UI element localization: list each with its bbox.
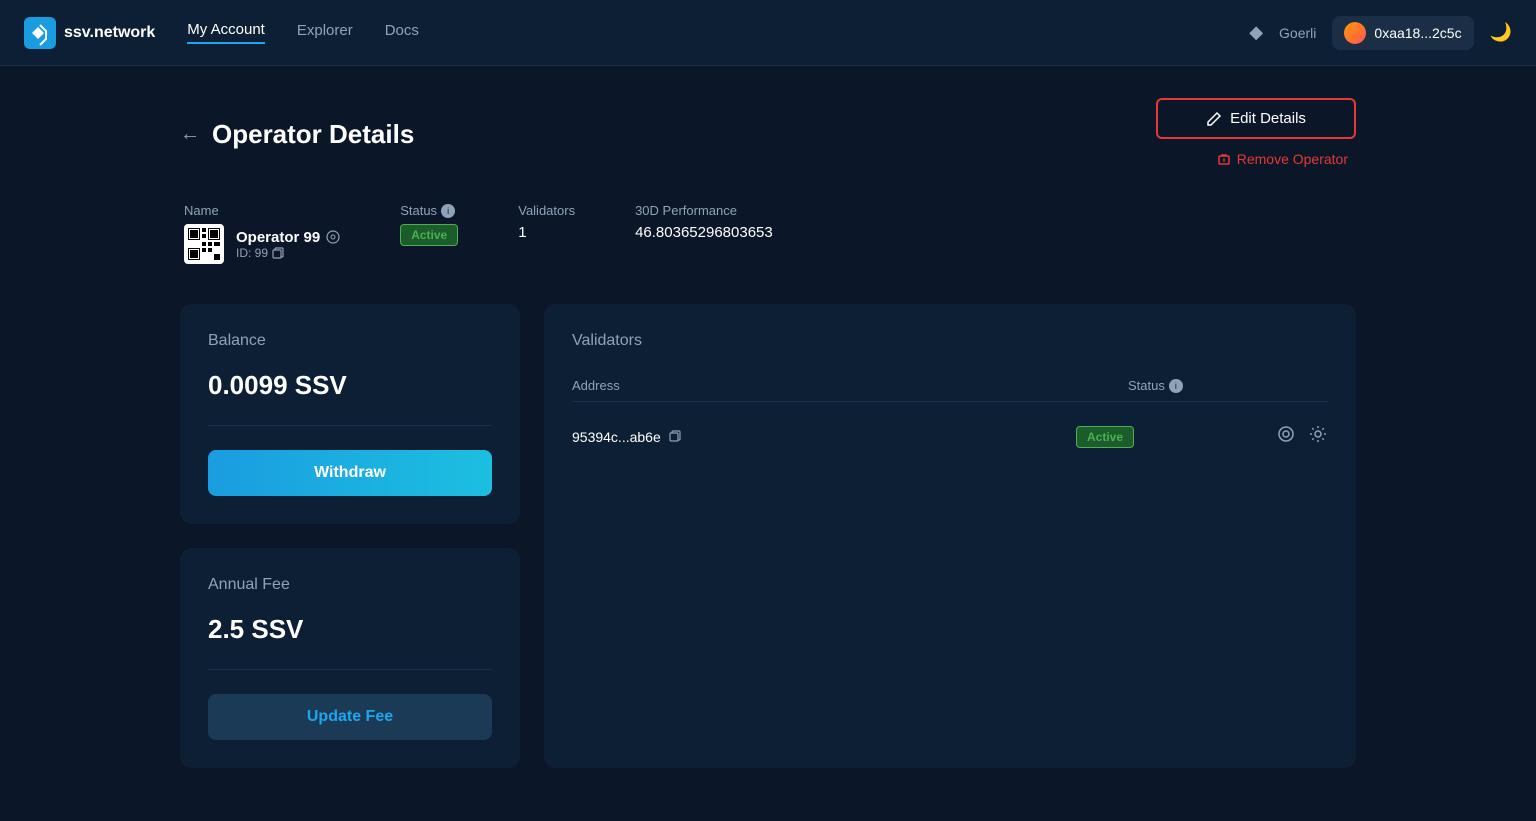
validators-table-header: Address Status i — [572, 370, 1328, 402]
view-validator-icon[interactable] — [1276, 424, 1296, 449]
wallet-avatar — [1344, 22, 1366, 44]
validators-label: Validators — [518, 203, 575, 218]
validators-card-title: Validators — [572, 332, 1328, 350]
main-content: ← Operator Details Edit Details Remove O… — [0, 66, 1536, 800]
operator-name-text: Operator 99 — [236, 229, 340, 246]
name-label: Name — [184, 203, 340, 218]
performance-value: 46.80365296803653 — [635, 224, 773, 241]
annual-fee-value: 2.5 SSV — [208, 614, 492, 645]
nav-links: My Account Explorer Docs — [187, 21, 1249, 44]
remove-operator-button[interactable]: Remove Operator — [1209, 147, 1356, 171]
wallet-address: 0xaa18...2c5c — [1374, 25, 1461, 41]
balance-value: 0.0099 SSV — [208, 370, 492, 401]
nav-docs[interactable]: Docs — [385, 22, 419, 43]
wallet-badge[interactable]: 0xaa18...2c5c — [1332, 16, 1473, 50]
page-title: Operator Details — [212, 119, 414, 150]
validators-card: Validators Address Status i 95394c...ab6… — [544, 304, 1356, 768]
nav-explorer[interactable]: Explorer — [297, 22, 353, 43]
navbar: ssv.network My Account Explorer Docs ◆ G… — [0, 0, 1536, 66]
update-fee-button[interactable]: Update Fee — [208, 694, 492, 740]
logo[interactable]: ssv.network — [24, 17, 155, 49]
operator-performance-col: 30D Performance 46.80365296803653 — [635, 203, 773, 241]
copy-id-icon[interactable] — [272, 247, 284, 259]
status-col-header: Status i — [1128, 378, 1328, 393]
operator-name-row: Operator 99 ID: 99 — [184, 224, 340, 264]
operator-name-details: Operator 99 ID: 99 — [236, 229, 340, 260]
copy-address-icon[interactable] — [669, 430, 683, 444]
ssv-logo-icon — [24, 17, 56, 49]
operator-name-col: Name — [184, 203, 340, 264]
annual-fee-card: Annual Fee 2.5 SSV Update Fee — [180, 548, 520, 768]
page-header: ← Operator Details Edit Details Remove O… — [180, 98, 1356, 171]
page-title-group: ← Operator Details — [180, 119, 414, 150]
status-badge: Active — [400, 224, 458, 246]
validator-status-badge: Active — [1076, 426, 1134, 448]
qr-code-image — [186, 226, 222, 262]
status-info-icon: i — [441, 204, 455, 218]
trash-icon — [1217, 152, 1231, 166]
validator-status: Active — [1076, 428, 1276, 446]
annual-fee-divider — [208, 669, 492, 670]
ethereum-icon: ◆ — [1249, 22, 1263, 43]
edit-details-button[interactable]: Edit Details — [1156, 98, 1356, 139]
network-badge: Goerli — [1279, 25, 1316, 41]
logo-text: ssv.network — [64, 24, 155, 42]
status-label: Status i — [400, 203, 458, 218]
address-col-header: Address — [572, 378, 1128, 393]
navbar-right: ◆ Goerli 0xaa18...2c5c 🌙 — [1249, 16, 1512, 50]
back-button[interactable]: ← — [180, 123, 200, 146]
nav-my-account[interactable]: My Account — [187, 21, 265, 44]
operator-validators-col: Validators 1 — [518, 203, 575, 241]
status-col-info-icon: i — [1169, 379, 1183, 393]
operator-status-col: Status i Active — [400, 203, 458, 246]
validator-settings-icon[interactable] — [1308, 424, 1328, 449]
annual-fee-card-title: Annual Fee — [208, 576, 492, 594]
table-row: 95394c...ab6e Active — [572, 410, 1328, 463]
header-actions: Edit Details Remove Operator — [1156, 98, 1356, 171]
external-link-icon[interactable] — [326, 230, 340, 244]
operator-id: ID: 99 — [236, 246, 340, 260]
validator-actions — [1276, 424, 1328, 449]
balance-divider — [208, 425, 492, 426]
operator-qr-code — [184, 224, 224, 264]
cards-row: Balance 0.0099 SSV Withdraw Annual Fee 2… — [180, 304, 1356, 768]
balance-card: Balance 0.0099 SSV Withdraw — [180, 304, 520, 524]
withdraw-button[interactable]: Withdraw — [208, 450, 492, 496]
operator-info-row: Name — [180, 203, 1356, 264]
performance-label: 30D Performance — [635, 203, 773, 218]
balance-card-title: Balance — [208, 332, 492, 350]
theme-toggle-button[interactable]: 🌙 — [1490, 22, 1512, 43]
validator-address: 95394c...ab6e — [572, 429, 1076, 445]
validators-count: 1 — [518, 224, 575, 241]
edit-icon — [1206, 111, 1222, 127]
left-cards: Balance 0.0099 SSV Withdraw Annual Fee 2… — [180, 304, 520, 768]
